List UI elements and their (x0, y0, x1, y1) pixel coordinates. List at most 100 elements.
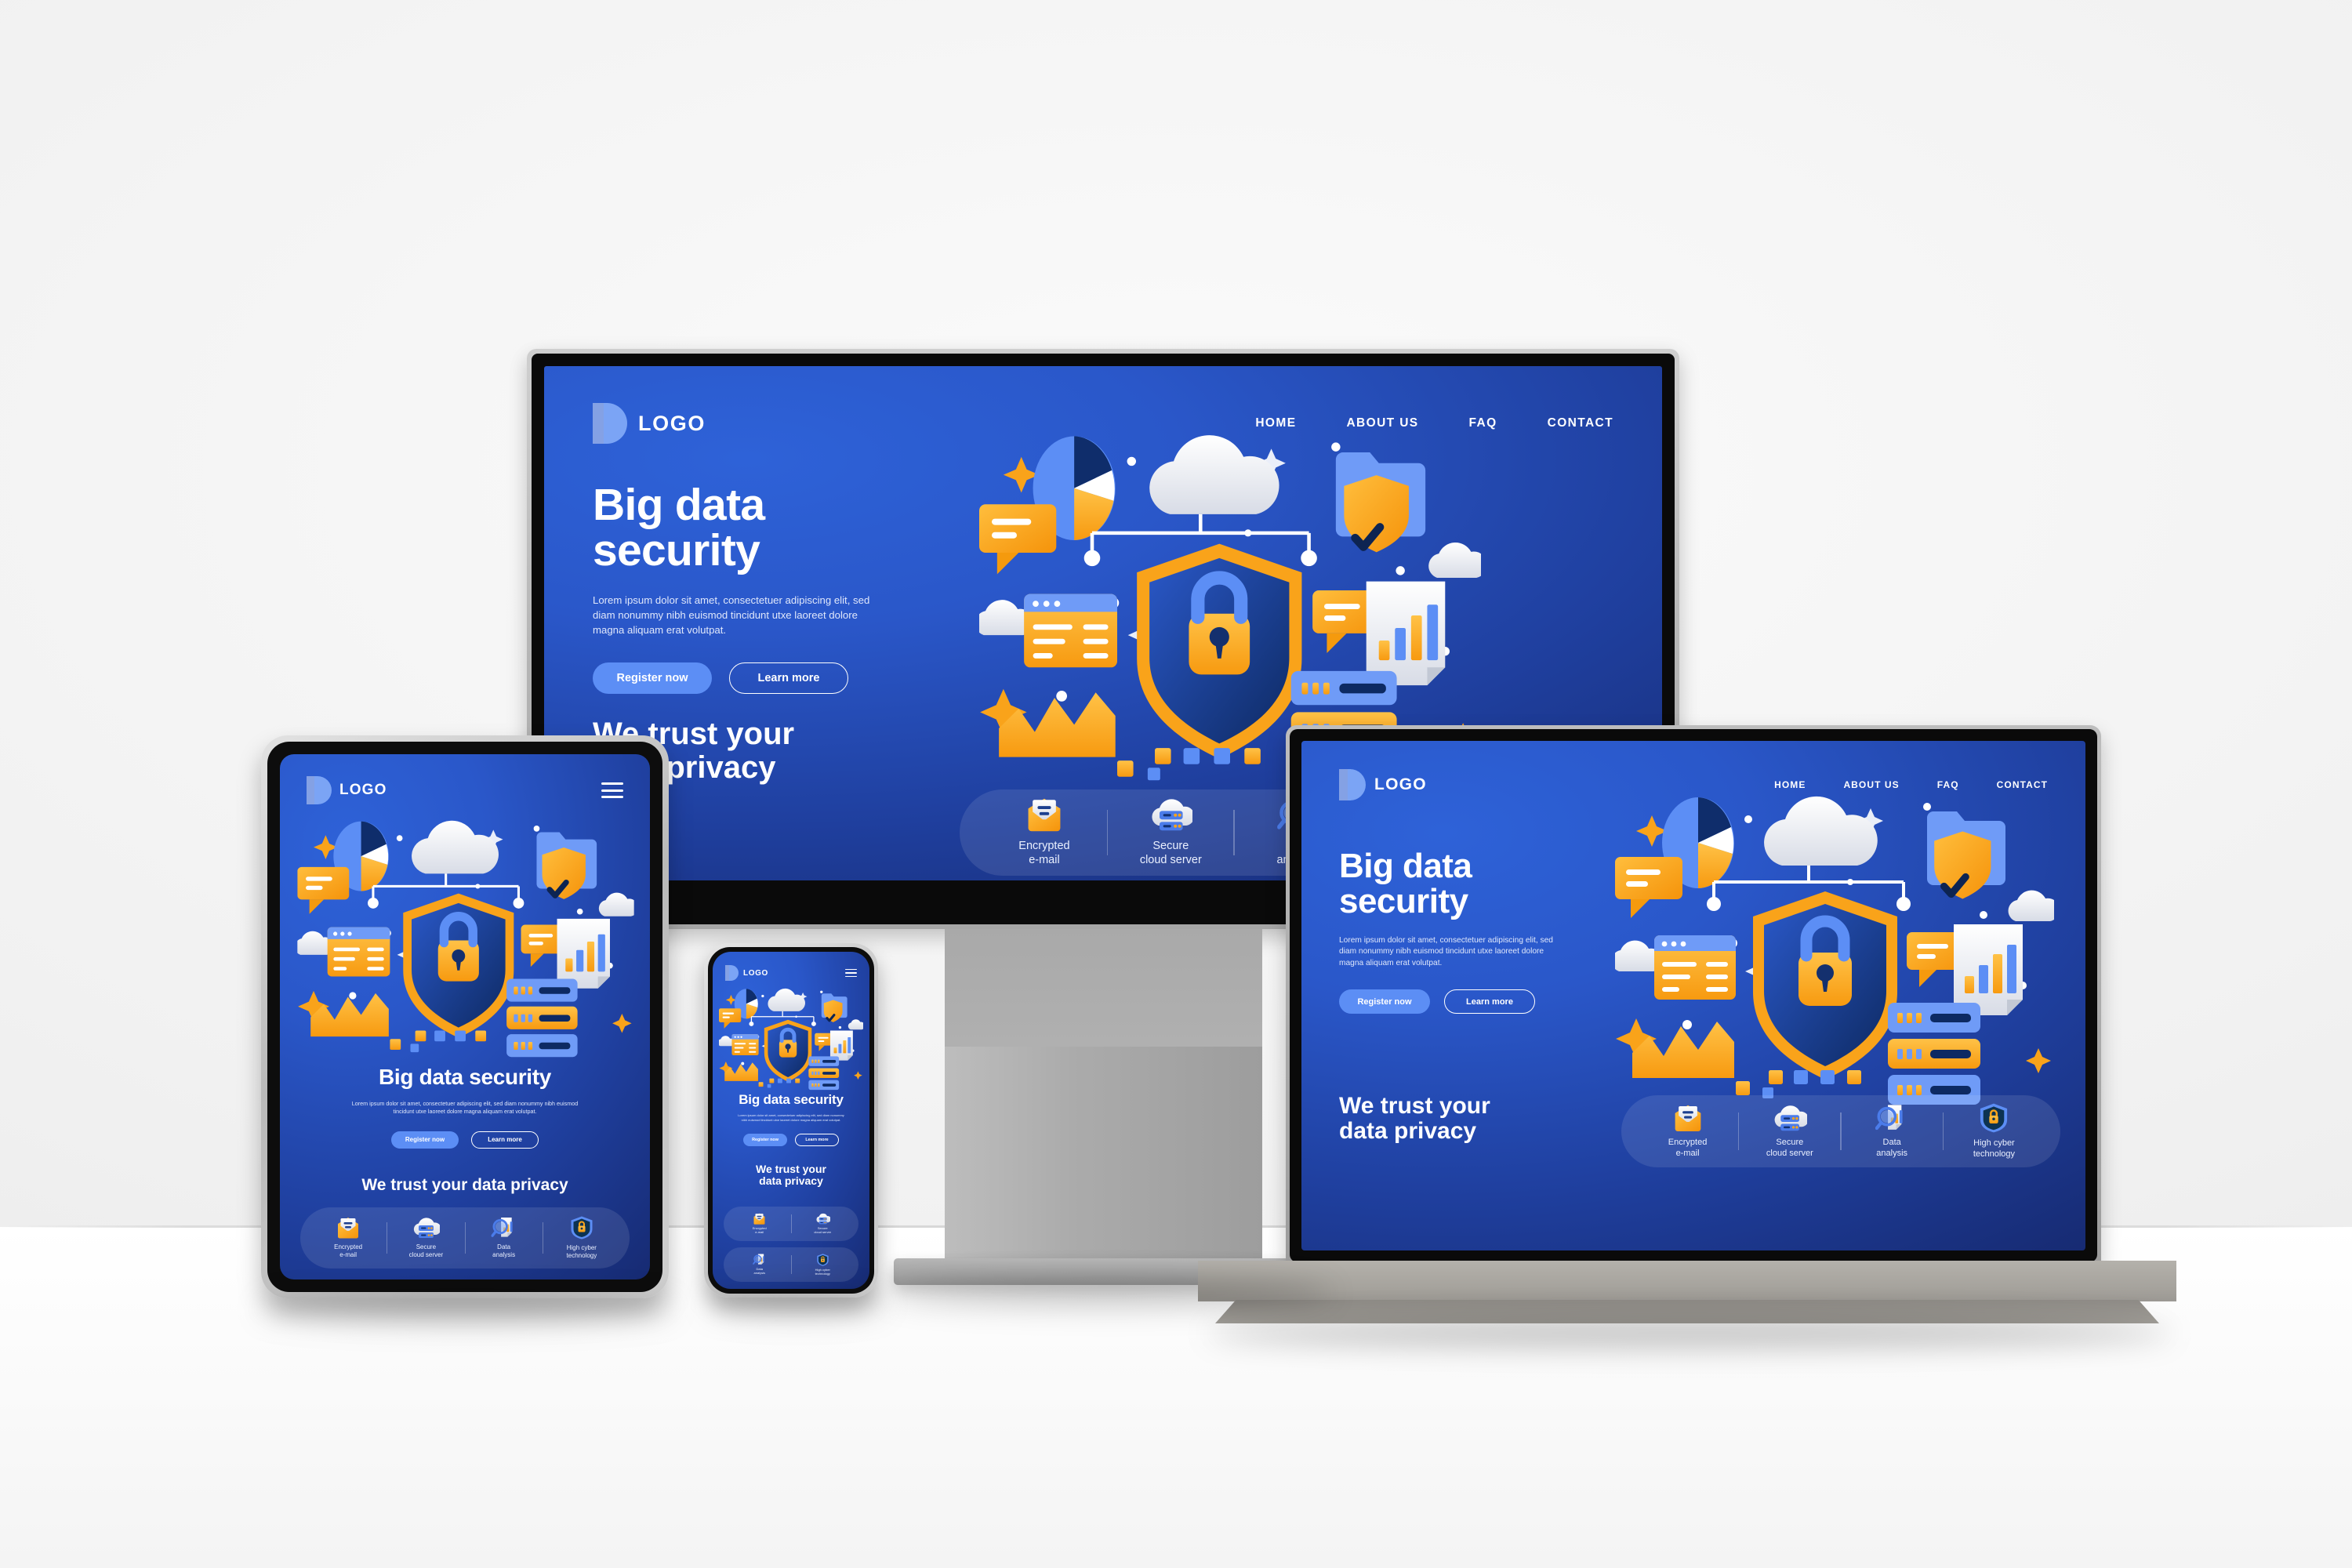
hero-paragraph: Lorem ipsum dolor sit amet, consectetuer… (351, 1099, 579, 1115)
letter-d-logo-icon (307, 776, 332, 804)
subhead-line2: data privacy (1339, 1118, 1477, 1145)
learn-more-button[interactable]: Learn more (1444, 989, 1535, 1014)
nav-item-faq[interactable]: FAQ (1937, 779, 1959, 790)
nav-item-about-us[interactable]: ABOUT US (1843, 779, 1899, 790)
feature-secure-cloud-server[interactable]: Secure cloud server (387, 1217, 464, 1259)
hero-illustration (719, 986, 863, 1094)
nav-item-contact[interactable]: CONTACT (1548, 416, 1613, 430)
page-title-line2: security (593, 525, 760, 576)
logo-text: LOGO (743, 968, 768, 978)
feature-secure-cloud-server[interactable]: Secure cloud server (1739, 1104, 1840, 1159)
hero-paragraph: Lorem ipsum dolor sit amet, consectetuer… (593, 594, 870, 636)
nav-item-contact[interactable]: CONTACT (1997, 779, 2048, 790)
nav-item-home[interactable]: HOME (1774, 779, 1806, 790)
learn-more-button[interactable]: Learn more (795, 1134, 839, 1147)
register-now-button[interactable]: Register now (391, 1131, 459, 1149)
tablet-page: LOGO Big data security Lorem ipsum dolor… (280, 754, 650, 1279)
page-title-line1: Big data (593, 480, 765, 530)
register-now-button[interactable]: Register now (743, 1134, 787, 1147)
logo-text: LOGO (638, 411, 706, 435)
hero-cta-group: Register now Learn more (713, 1134, 869, 1147)
laptop-hero-text: Big data security Lorem ipsum dolor sit … (1339, 847, 1598, 1014)
page-title-line1: Big data (1339, 847, 1472, 885)
tablet-hero-text: Big data security Lorem ipsum dolor sit … (280, 1065, 650, 1195)
laptop-feature-bar: Encrypted e-mail Secure cloud server Data a… (1621, 1095, 2060, 1167)
page-title: Big data security (739, 1092, 844, 1107)
hamburger-menu-icon[interactable] (601, 782, 623, 798)
subhead-line1: We trust your (1339, 1093, 1490, 1119)
feature-high-cyber-technology[interactable]: High cybertechnology (792, 1254, 855, 1276)
feature-label: Encrypted e-mail (752, 1226, 767, 1234)
cloud-server-icon (412, 1217, 440, 1239)
envelope-mail-icon (753, 1213, 766, 1225)
feature-high-cyber-technology[interactable]: High cybertechnology (543, 1216, 620, 1260)
feature-encrypted-email[interactable]: Encrypted e-mail (310, 1217, 387, 1259)
feature-label: Encrypted e-mail (1668, 1138, 1708, 1158)
hero-illustration (1615, 789, 2054, 1119)
hamburger-menu-icon[interactable] (845, 968, 857, 978)
feature-secure-cloud-server[interactable]: Secure cloud server (792, 1213, 855, 1235)
feature-encrypted-email[interactable]: Encrypted e-mail (728, 1213, 791, 1235)
feature-encrypted-email[interactable]: Encrypted e-mail (982, 797, 1107, 867)
register-now-button[interactable]: Register now (593, 662, 712, 695)
page-title: Big data security (593, 482, 930, 573)
feature-label: High cybertechnology (566, 1244, 597, 1259)
subhead: We trust your data privacy (361, 1175, 568, 1194)
page-title: Big data security (379, 1065, 551, 1089)
learn-more-button[interactable]: Learn more (471, 1131, 539, 1149)
learn-more-button[interactable]: Learn more (729, 662, 848, 695)
laptop-nav-links: HOME ABOUT US FAQ CONTACT (1774, 779, 2048, 790)
envelope-mail-icon (336, 1217, 361, 1239)
phone-feature-grid: Encrypted e-mail Secure cloud server Dat… (724, 1207, 858, 1282)
feature-label: Dataanalysis (492, 1243, 516, 1258)
feature-high-cyber-technology[interactable]: High cybertechnology (1944, 1103, 2045, 1160)
feature-label: Encrypted e-mail (1018, 840, 1070, 866)
feature-data-analysis[interactable]: Dataanalysis (1842, 1104, 1943, 1159)
subhead-line2: data privacy (759, 1174, 823, 1188)
laptop: LOGO HOME ABOUT US FAQ CONTACT Big data … (1286, 725, 2101, 1266)
envelope-mail-icon (1672, 1104, 1704, 1132)
page-title-line2: security (1339, 881, 1468, 920)
tablet-shadow (259, 1294, 674, 1323)
logo[interactable]: LOGO (307, 776, 387, 804)
logo-text: LOGO (339, 782, 387, 798)
feature-secure-cloud-server[interactable]: Secure cloud server (1108, 797, 1233, 867)
feature-label: High cybertechnology (815, 1267, 830, 1276)
hero-paragraph: Lorem ipsum dolor sit amet, consectetuer… (738, 1113, 844, 1123)
phone-screen: LOGO Big data security Lorem ipsum dolor… (713, 952, 869, 1289)
logo[interactable]: LOGO (1339, 769, 1427, 800)
feature-data-analysis[interactable]: Dataanalysis (728, 1254, 791, 1276)
phone-feature-row-2: Data analysis High cyber technology (724, 1247, 858, 1282)
feature-label: High cybertechnology (1973, 1138, 2016, 1159)
phone-header: LOGO (725, 964, 857, 982)
feature-label: Dataanalysis (1876, 1138, 1908, 1158)
tablet-header: LOGO (307, 776, 623, 804)
feature-label: Secure cloud server (408, 1243, 444, 1258)
feature-data-analysis[interactable]: Dataanalysis (466, 1217, 543, 1259)
phone-feature-row-1: Encrypted e-mail Secure cloud server (724, 1207, 858, 1241)
cloud-server-icon (1772, 1104, 1807, 1132)
feature-label: Dataanalysis (753, 1267, 765, 1275)
shield-lock-icon (817, 1254, 829, 1266)
logo-text: LOGO (1374, 775, 1427, 793)
logo[interactable]: LOGO (593, 403, 706, 444)
hero-illustration (297, 815, 634, 1068)
laptop-screen: LOGO HOME ABOUT US FAQ CONTACT Big data … (1301, 741, 2085, 1250)
subhead-line1: We trust your (756, 1163, 826, 1176)
cloud-server-icon (1149, 797, 1192, 832)
phone-hero-text: Big data security Lorem ipsum dolor sit … (713, 1093, 869, 1188)
logo[interactable]: LOGO (725, 965, 768, 981)
phone-page: LOGO Big data security Lorem ipsum dolor… (713, 952, 869, 1289)
subhead: We trust your data privacy (713, 1163, 869, 1187)
shield-lock-icon (1980, 1103, 2008, 1133)
register-now-button[interactable]: Register now (1339, 989, 1430, 1014)
feature-label: Secure cloud server (1139, 840, 1202, 866)
magnifier-chart-icon (1875, 1104, 1908, 1132)
desktop-hero-text: Big data security Lorem ipsum dolor sit … (593, 482, 930, 695)
monitor-neck-shade (945, 929, 1262, 1047)
feature-label: Secure cloud server (1766, 1138, 1813, 1158)
magnifier-chart-icon (491, 1217, 517, 1239)
tablet: LOGO Big data security Lorem ipsum dolor… (261, 735, 669, 1298)
page-title: Big data security (1339, 847, 1598, 920)
feature-encrypted-email[interactable]: Encrypted e-mail (1637, 1104, 1738, 1159)
